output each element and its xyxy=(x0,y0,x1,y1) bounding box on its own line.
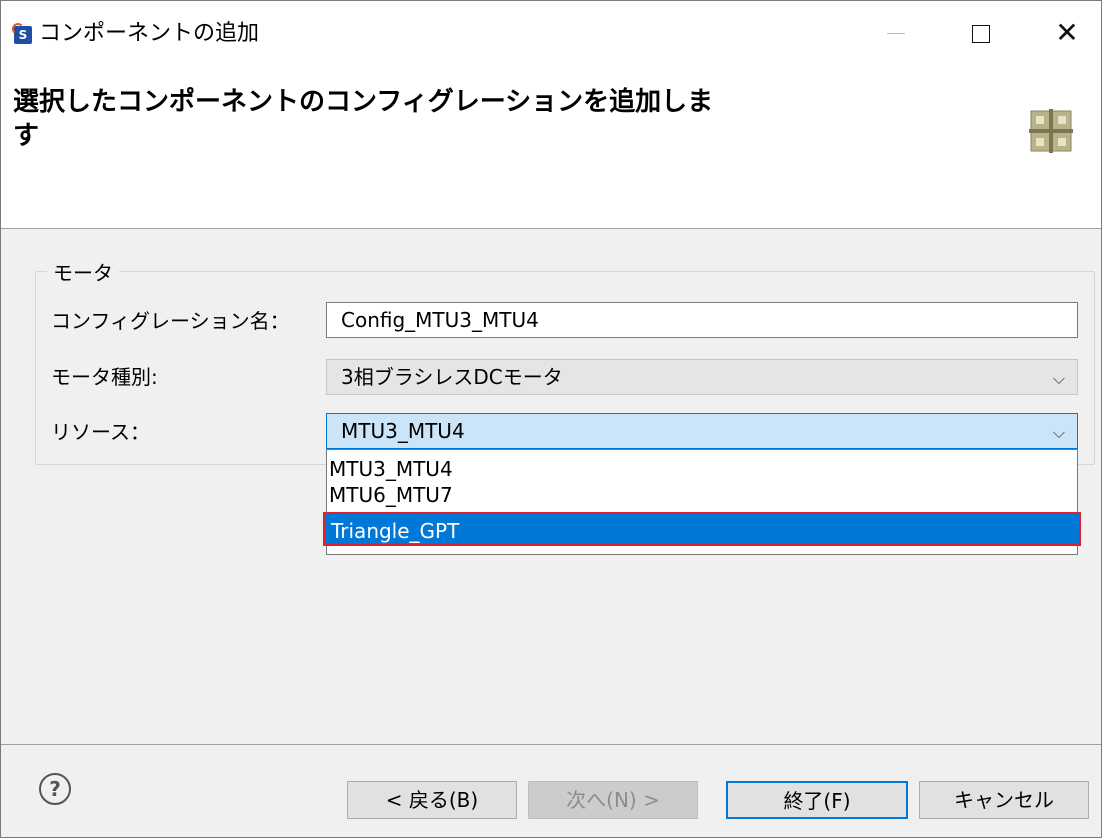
add-component-dialog: S コンポーネントの追加 ✕ 選択したコンポーネントのコンフィグレーションを追加… xyxy=(0,0,1102,838)
cancel-button[interactable]: キャンセル xyxy=(919,781,1089,819)
resource-label: リソース： xyxy=(51,420,150,444)
motor-group-title: モータ xyxy=(47,257,119,286)
wizard-header: 選択したコンポーネントのコンフィグレーションを追加します xyxy=(1,65,1101,228)
close-button[interactable]: ✕ xyxy=(1039,15,1095,51)
wizard-heading: 選択したコンポーネントのコンフィグレーションを追加します xyxy=(13,87,714,151)
resource-select[interactable]: MTU3_MTU4 ⌵ xyxy=(326,413,1078,449)
component-grid-icon xyxy=(1029,109,1073,153)
chevron-down-icon: ⌵ xyxy=(1052,369,1065,388)
app-icon-ring xyxy=(12,23,24,35)
config-name-input[interactable]: Config_MTU3_MTU4 xyxy=(326,302,1078,338)
resource-value: MTU3_MTU4 xyxy=(341,419,465,443)
chevron-down-icon: ⌵ xyxy=(1052,423,1065,442)
resource-dropdown-list: MTU3_MTU4 MTU6_MTU7 Triangle_GPT xyxy=(323,449,1081,555)
close-icon: ✕ xyxy=(1055,16,1079,49)
motor-type-select[interactable]: 3相ブラシレスDCモータ ⌵ xyxy=(326,359,1078,395)
app-icon: S xyxy=(12,23,32,44)
config-name-label: コンフィグレーション名： xyxy=(51,309,290,333)
dropdown-option-highlighted[interactable]: Triangle_GPT xyxy=(323,512,1081,546)
next-button[interactable]: 次へ(N) > xyxy=(528,781,698,819)
motor-type-label: モータ種別: xyxy=(51,365,158,389)
wizard-content: モータ コンフィグレーション名： Config_MTU3_MTU4 モータ種別:… xyxy=(1,229,1101,744)
title-bar: S コンポーネントの追加 ✕ xyxy=(1,1,1101,65)
motor-type-value: 3相ブラシレスDCモータ xyxy=(341,365,563,389)
wizard-footer: ? < 戻る(B) 次へ(N) > 終了(F) キャンセル xyxy=(1,745,1101,837)
maximize-button[interactable] xyxy=(953,15,1009,51)
dropdown-option[interactable]: MTU6_MTU7 xyxy=(327,480,1077,510)
back-button[interactable]: < 戻る(B) xyxy=(347,781,517,819)
window-title: コンポーネントの追加 xyxy=(39,21,260,46)
help-circle-icon[interactable]: ? xyxy=(39,773,71,805)
finish-button[interactable]: 終了(F) xyxy=(726,781,908,819)
minimize-button[interactable] xyxy=(867,15,923,51)
